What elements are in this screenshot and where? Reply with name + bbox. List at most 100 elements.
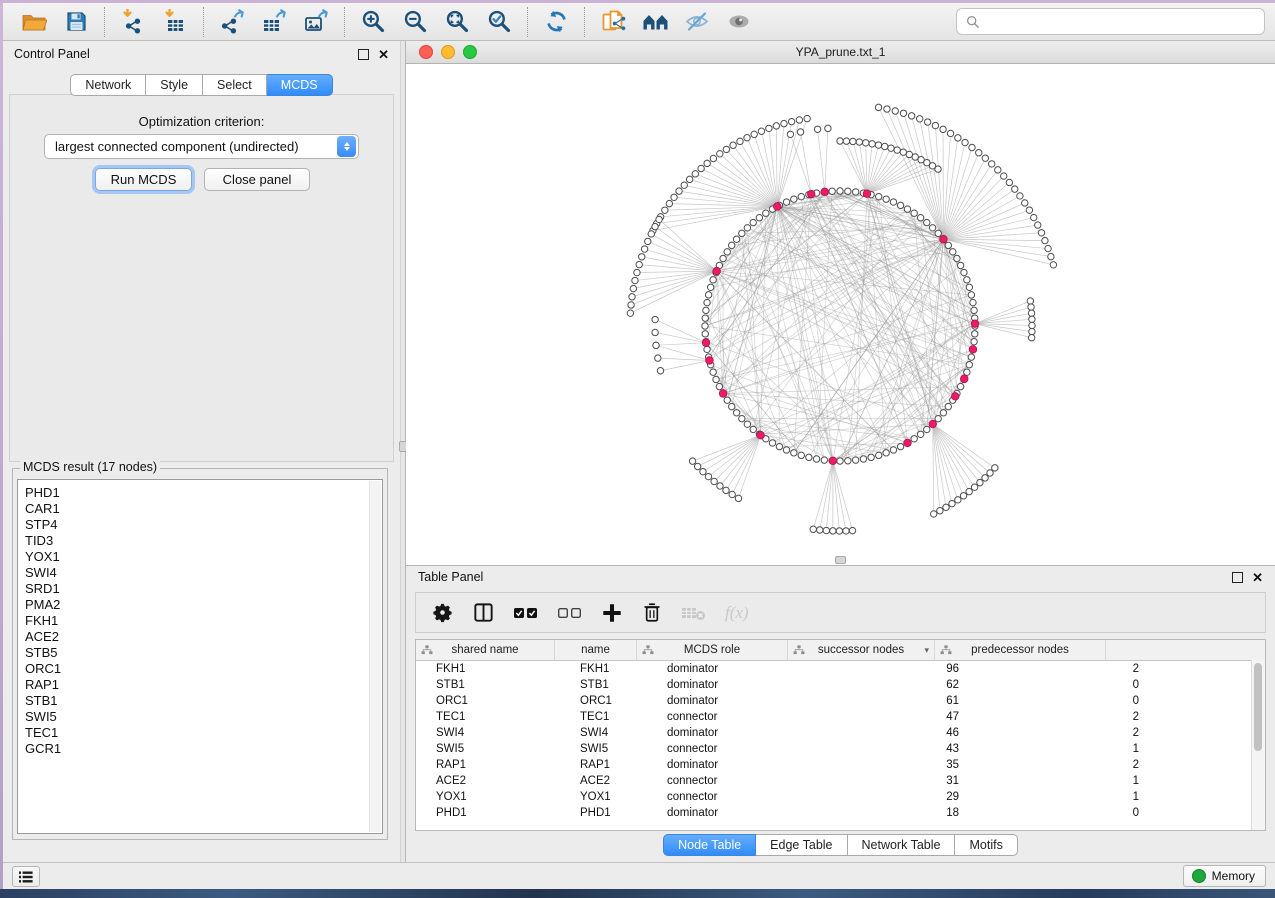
graph-node[interactable] xyxy=(744,135,750,141)
graph-node[interactable] xyxy=(763,210,769,216)
graph-node[interactable] xyxy=(888,145,894,151)
memory-button[interactable]: Memory xyxy=(1183,865,1266,887)
graph-node[interactable] xyxy=(787,131,793,137)
graph-node[interactable] xyxy=(890,447,896,453)
graph-node[interactable] xyxy=(924,119,930,125)
graph-dominator-node[interactable] xyxy=(713,267,721,275)
mcds-result-list[interactable]: PHD1CAR1STP4TID3YOX1SWI4SRD1PMA2FKH1ACE2… xyxy=(17,479,383,834)
graph-dominator-node[interactable] xyxy=(706,357,714,365)
graph-node[interactable] xyxy=(982,155,988,161)
graph-node[interactable] xyxy=(806,454,812,460)
graph-dominator-node[interactable] xyxy=(719,390,727,398)
graph-node[interactable] xyxy=(716,383,722,389)
tab-style[interactable]: Style xyxy=(146,74,203,96)
graph-node[interactable] xyxy=(724,397,730,403)
graph-node[interactable] xyxy=(656,216,662,222)
graph-node[interactable] xyxy=(630,285,636,291)
hide-selected-button[interactable] xyxy=(676,6,718,38)
float-table-panel-icon[interactable] xyxy=(1232,572,1243,583)
search-input[interactable] xyxy=(986,14,1255,30)
mcds-result-item[interactable]: STB1 xyxy=(25,693,382,709)
graph-node[interactable] xyxy=(758,128,764,134)
graph-node[interactable] xyxy=(681,182,687,188)
graph-node[interactable] xyxy=(882,143,888,149)
graph-node[interactable] xyxy=(627,310,633,316)
graph-node[interactable] xyxy=(964,277,970,283)
graph-node[interactable] xyxy=(694,463,700,469)
graph-node[interactable] xyxy=(751,131,757,137)
tab-network[interactable]: Network xyxy=(70,74,146,96)
graph-node[interactable] xyxy=(703,307,709,313)
graph-node[interactable] xyxy=(935,166,941,172)
graph-node[interactable] xyxy=(957,262,963,268)
graph-dominator-node[interactable] xyxy=(940,235,948,243)
graph-node[interactable] xyxy=(856,139,862,145)
graph-node[interactable] xyxy=(821,457,827,463)
graph-node[interactable] xyxy=(652,316,658,322)
graph-node[interactable] xyxy=(781,120,787,126)
network-window-titlebar[interactable]: YPA_prune.txt_1 xyxy=(406,41,1275,64)
graph-node[interactable] xyxy=(698,165,704,171)
graph-node[interactable] xyxy=(1001,173,1007,179)
graph-node[interactable] xyxy=(783,447,789,453)
graph-node[interactable] xyxy=(1022,200,1028,206)
graph-node[interactable] xyxy=(966,488,972,494)
zoom-fit-button[interactable] xyxy=(436,6,478,38)
criterion-dropdown[interactable]: largest connected component (undirected) xyxy=(44,134,359,159)
graph-node[interactable] xyxy=(924,219,930,225)
graph-node[interactable] xyxy=(629,294,635,300)
table-row-PHD1[interactable]: PHD1PHD1dominator180 xyxy=(416,805,1265,821)
column-header-successor-nodes[interactable]: successor nodes▾ xyxy=(788,640,935,660)
graph-node[interactable] xyxy=(843,528,849,534)
tab-motifs[interactable]: Motifs xyxy=(955,834,1017,856)
graph-node[interactable] xyxy=(863,140,869,146)
graph-node[interactable] xyxy=(829,188,835,194)
graph-node[interactable] xyxy=(940,410,946,416)
graph-node[interactable] xyxy=(929,225,935,231)
graph-dominator-node[interactable] xyxy=(863,190,871,198)
graph-node[interactable] xyxy=(817,527,823,533)
import-table-button[interactable] xyxy=(154,6,196,38)
graph-node[interactable] xyxy=(750,426,756,432)
graph-node[interactable] xyxy=(724,249,730,255)
graph-node[interactable] xyxy=(739,415,745,421)
graph-node[interactable] xyxy=(917,431,923,437)
graph-node[interactable] xyxy=(705,473,711,479)
zoom-out-button[interactable] xyxy=(394,6,436,38)
graph-node[interactable] xyxy=(937,508,943,514)
graph-node[interactable] xyxy=(730,142,736,148)
network-canvas[interactable] xyxy=(406,64,1275,565)
graph-node[interactable] xyxy=(744,225,750,231)
graph-node[interactable] xyxy=(971,307,977,313)
export-image-button[interactable] xyxy=(295,6,337,38)
graph-node[interactable] xyxy=(798,452,804,458)
graph-node[interactable] xyxy=(710,369,716,375)
graph-node[interactable] xyxy=(711,478,717,484)
mcds-result-item[interactable]: PMA2 xyxy=(25,597,382,613)
open-file-button[interactable] xyxy=(13,6,55,38)
graph-node[interactable] xyxy=(713,376,719,382)
graph-node[interactable] xyxy=(705,292,711,298)
graph-node[interactable] xyxy=(653,342,659,348)
graph-node[interactable] xyxy=(788,118,794,124)
graph-node[interactable] xyxy=(852,189,858,195)
mcds-result-item[interactable]: SWI4 xyxy=(25,565,382,581)
tab-select[interactable]: Select xyxy=(203,74,267,96)
mcds-result-item[interactable]: GCR1 xyxy=(25,741,382,757)
graph-node[interactable] xyxy=(917,215,923,221)
graph-node[interactable] xyxy=(950,249,956,255)
graph-node[interactable] xyxy=(723,487,729,493)
graph-node[interactable] xyxy=(702,315,708,321)
graph-node[interactable] xyxy=(702,323,708,329)
graph-dominator-node[interactable] xyxy=(773,203,781,211)
graph-dominator-node[interactable] xyxy=(929,420,937,428)
graph-node[interactable] xyxy=(876,193,882,199)
graph-node[interactable] xyxy=(966,362,972,368)
tab-mcds[interactable]: MCDS xyxy=(267,74,333,96)
graph-node[interactable] xyxy=(982,475,988,481)
graph-node[interactable] xyxy=(636,261,642,267)
graph-node[interactable] xyxy=(900,110,906,116)
mcds-list-scrollbar[interactable] xyxy=(369,481,381,832)
graph-node[interactable] xyxy=(943,504,949,510)
graph-node[interactable] xyxy=(968,354,974,360)
